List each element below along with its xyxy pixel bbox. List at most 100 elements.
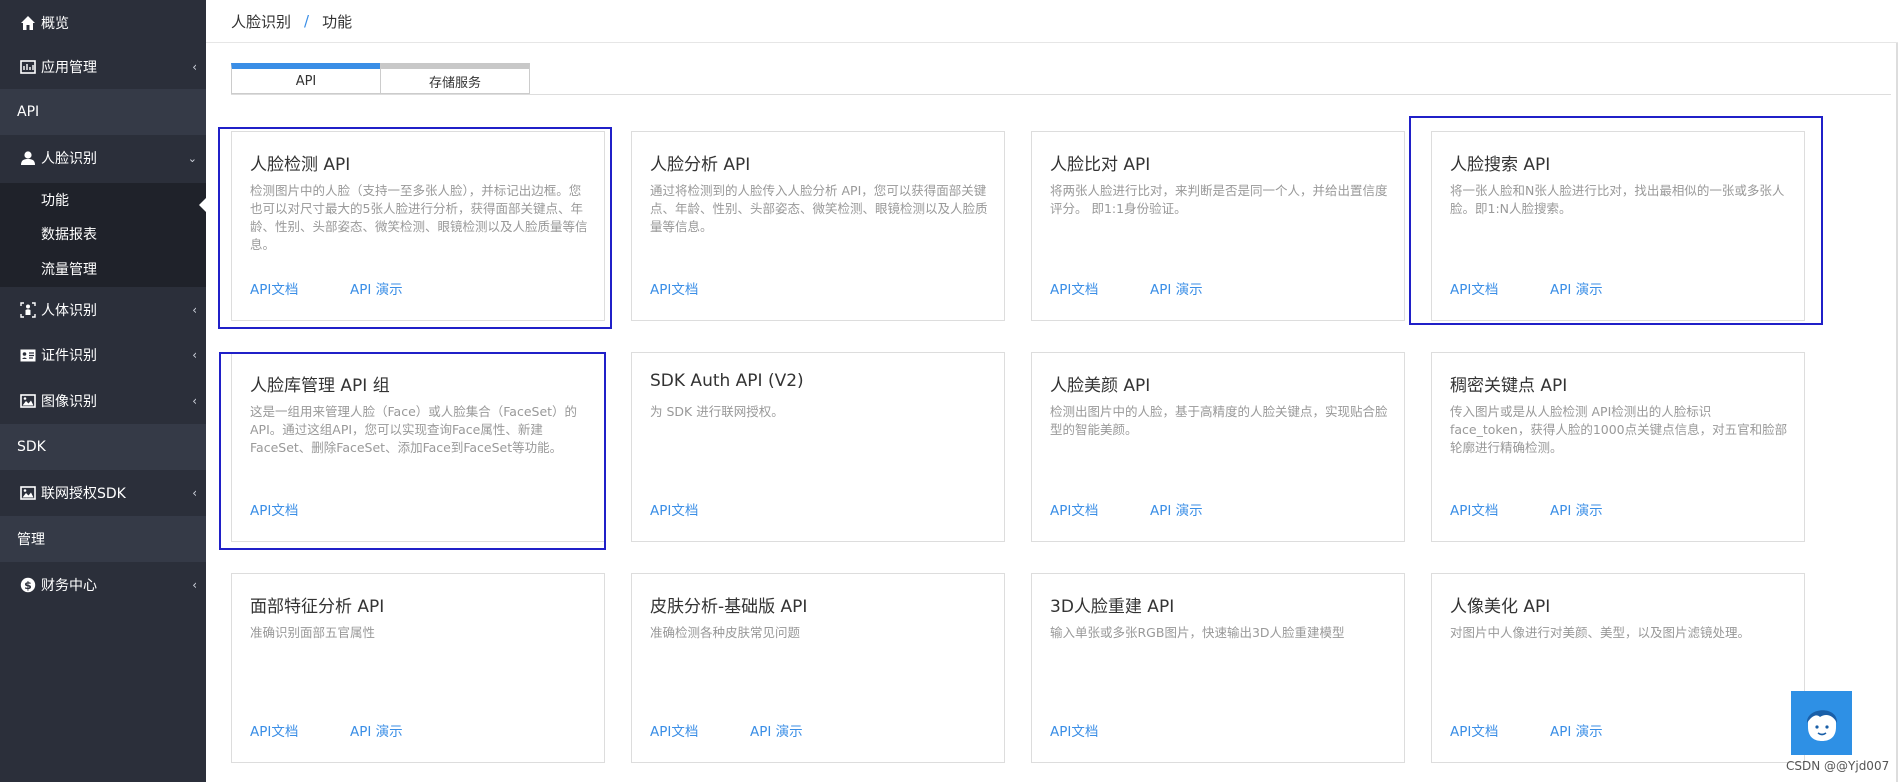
card-description: 对图片中人像进行对美颜、美型，以及图片滤镜处理。 (1450, 625, 1751, 640)
card-description: 为 SDK 进行联网授权。 (650, 404, 784, 419)
api-card: 人脸分析 API 通过将检测到的人脸传入人脸分析 API，您可以获得面部关键点、年… (631, 131, 1005, 321)
card-description: 将两张人脸进行比对，来判断是否是同一个人，并给出置信度评分。 即1:1身份验证。 (1050, 183, 1388, 216)
api-doc-link[interactable]: API文档 (250, 499, 298, 519)
card-description: 准确识别面部五官属性 (250, 625, 376, 640)
api-demo-link[interactable]: API 演示 (1550, 720, 1603, 740)
api-doc-link[interactable]: API文档 (1050, 278, 1098, 298)
nav-id-recognition[interactable]: 证件识别 ‹ (0, 332, 206, 378)
api-doc-link[interactable]: API文档 (250, 720, 298, 740)
api-card: 面部特征分析 API 准确识别面部五官属性 API文档 API 演示 (231, 573, 605, 763)
card-title: 皮肤分析-基础版 API (650, 597, 808, 617)
nav-network-sdk[interactable]: 联网授权SDK ‹ (0, 470, 206, 516)
api-demo-link[interactable]: API 演示 (1550, 278, 1603, 298)
card-title: 人脸分析 API (650, 155, 751, 175)
card-title: 人脸搜索 API (1450, 155, 1551, 175)
card-description: 通过将检测到的人脸传入人脸分析 API，您可以获得面部关键点、年龄、性别、头部姿… (650, 183, 988, 234)
card-title: SDK Auth API (V2) (650, 371, 804, 391)
card-description: 这是一组用来管理人脸（Face）或人脸集合（FaceSet）的API。通过这组A… (250, 404, 578, 455)
api-doc-link[interactable]: API文档 (250, 278, 298, 298)
body-icon (19, 301, 37, 319)
card-title: 3D人脸重建 API (1050, 597, 1175, 617)
api-card: 人脸比对 API 将两张人脸进行比对，来判断是否是同一个人，并给出置信度评分。 即… (1031, 131, 1405, 321)
api-card: 稠密关键点 API 传入图片或是从人脸检测 API检测出的人脸标识face_tok… (1431, 352, 1805, 542)
nav-finance-label: 财务中心 (41, 578, 97, 594)
api-card: 人脸搜索 API 将一张人脸和N张人脸进行比对，找出最相似的一张或多张人脸。即1:… (1431, 131, 1805, 321)
sub-item-traffic[interactable]: 流量管理 (41, 259, 97, 279)
api-card: SDK Auth API (V2) 为 SDK 进行联网授权。 API文档 (631, 352, 1005, 542)
api-card: 人脸库管理 API 组这是一组用来管理人脸（Face）或人脸集合（FaceSet… (231, 352, 605, 542)
sub-item-data-report[interactable]: 数据报表 (41, 224, 97, 244)
nav-overview[interactable]: 概览 (0, 0, 206, 46)
nav-face-recognition-label: 人脸识别 (41, 151, 97, 167)
card-description: 检测图片中的人脸（支持一至多张人脸），并标记出边框。您也可以对尺寸最大的5张人脸… (250, 183, 588, 252)
tab-divider (231, 94, 1891, 95)
api-doc-link[interactable]: API文档 (1050, 720, 1098, 740)
app-icon (19, 58, 37, 76)
breadcrumb-root[interactable]: 人脸识别 (231, 11, 291, 32)
api-doc-link[interactable]: API文档 (1450, 278, 1498, 298)
nav-body-recognition[interactable]: 人体识别 ‹ (0, 287, 206, 333)
chat-assistant-button[interactable] (1791, 691, 1852, 755)
api-doc-link[interactable]: API文档 (1450, 499, 1498, 519)
card-description: 输入单张或多张RGB图片，快速输出3D人脸重建模型 (1050, 625, 1345, 640)
chevron-left-icon: ‹ (192, 348, 197, 362)
card-title: 人像美化 API (1450, 597, 1551, 617)
card-description: 传入图片或是从人脸检测 API检测出的人脸标识face_token，获得人脸的1… (1450, 404, 1788, 455)
api-demo-link[interactable]: API 演示 (750, 720, 803, 740)
sidebar: 概览 应用管理 ‹ API 人脸识别 ⌄ 功能 数据报表 流量管理 人体识别 ‹… (0, 0, 206, 782)
card-description: 检测出图片中的人脸，基于高精度的人脸关键点，实现贴合脸型的智能美颜。 (1050, 404, 1388, 437)
api-card: 人脸美颜 API 检测出图片中的人脸，基于高精度的人脸关键点，实现贴合脸型的智能美… (1031, 352, 1405, 542)
chevron-left-icon: ‹ (192, 578, 197, 592)
card-title: 人脸美颜 API (1050, 376, 1151, 396)
api-doc-link[interactable]: API文档 (650, 720, 698, 740)
nav-app-mgmt-label: 应用管理 (41, 60, 97, 76)
chevron-down-icon: ⌄ (187, 151, 197, 165)
api-card: 3D人脸重建 API 输入单张或多张RGB图片，快速输出3D人脸重建模型 API文档 (1031, 573, 1405, 763)
user-icon (19, 149, 37, 167)
nav-image-recognition[interactable]: 图像识别 ‹ (0, 378, 206, 424)
home-icon (19, 14, 37, 32)
api-card: 人像美化 API 对图片中人像进行对美颜、美型，以及图片滤镜处理。 API文档 API… (1431, 573, 1805, 763)
chevron-left-icon: ‹ (192, 60, 197, 74)
chevron-left-icon: ‹ (192, 303, 197, 317)
nav-face-recognition[interactable]: 人脸识别 ⌄ (0, 135, 206, 181)
card-description: 准确检测各种皮肤常见问题 (650, 625, 801, 640)
api-card: 皮肤分析-基础版 API 准确检测各种皮肤常见问题 API文档 API 演示 (631, 573, 1005, 763)
chevron-left-icon: ‹ (192, 486, 197, 500)
card-title: 稠密关键点 API (1450, 376, 1568, 396)
tab-api[interactable]: API (231, 63, 381, 94)
section-api: API (0, 89, 206, 135)
api-doc-link[interactable]: API文档 (650, 278, 698, 298)
tab-storage[interactable]: 存储服务 (380, 63, 530, 94)
api-doc-link[interactable]: API文档 (650, 499, 698, 519)
api-demo-link[interactable]: API 演示 (1150, 278, 1203, 298)
svg-text:$: $ (24, 579, 32, 592)
submenu (0, 183, 206, 287)
card-title: 人脸比对 API (1050, 155, 1151, 175)
nav-finance[interactable]: $ 财务中心 ‹ (0, 562, 206, 608)
watermark: CSDN @@Yjd007 (1786, 759, 1890, 773)
chat-avatar-icon (1800, 699, 1844, 747)
coin-icon: $ (19, 576, 37, 594)
api-demo-link[interactable]: API 演示 (1550, 499, 1603, 519)
api-demo-link[interactable]: API 演示 (350, 278, 403, 298)
breadcrumb: 人脸识别 / 功能 (206, 0, 1898, 43)
nav-body-recognition-label: 人体识别 (41, 303, 97, 319)
api-card: 人脸检测 API 检测图片中的人脸（支持一至多张人脸），并标记出边框。您也可以对尺… (231, 131, 605, 321)
card-title: 人脸库管理 API 组 (250, 376, 390, 396)
nav-overview-label: 概览 (41, 16, 69, 32)
api-demo-link[interactable]: API 演示 (350, 720, 403, 740)
nav-image-recognition-label: 图像识别 (41, 394, 97, 410)
card-description: 将一张人脸和N张人脸进行比对，找出最相似的一张或多张人脸。即1:N人脸搜索。 (1450, 183, 1785, 216)
chevron-left-icon: ‹ (192, 394, 197, 408)
nav-id-recognition-label: 证件识别 (41, 348, 97, 364)
sub-item-function[interactable]: 功能 (41, 190, 69, 210)
api-doc-link[interactable]: API文档 (1450, 720, 1498, 740)
card-title: 面部特征分析 API (250, 597, 385, 617)
active-indicator (199, 198, 206, 212)
section-manage: 管理 (0, 516, 206, 562)
api-doc-link[interactable]: API文档 (1050, 499, 1098, 519)
breadcrumb-separator: / (304, 12, 310, 30)
api-demo-link[interactable]: API 演示 (1150, 499, 1203, 519)
nav-app-mgmt[interactable]: 应用管理 ‹ (0, 44, 206, 90)
